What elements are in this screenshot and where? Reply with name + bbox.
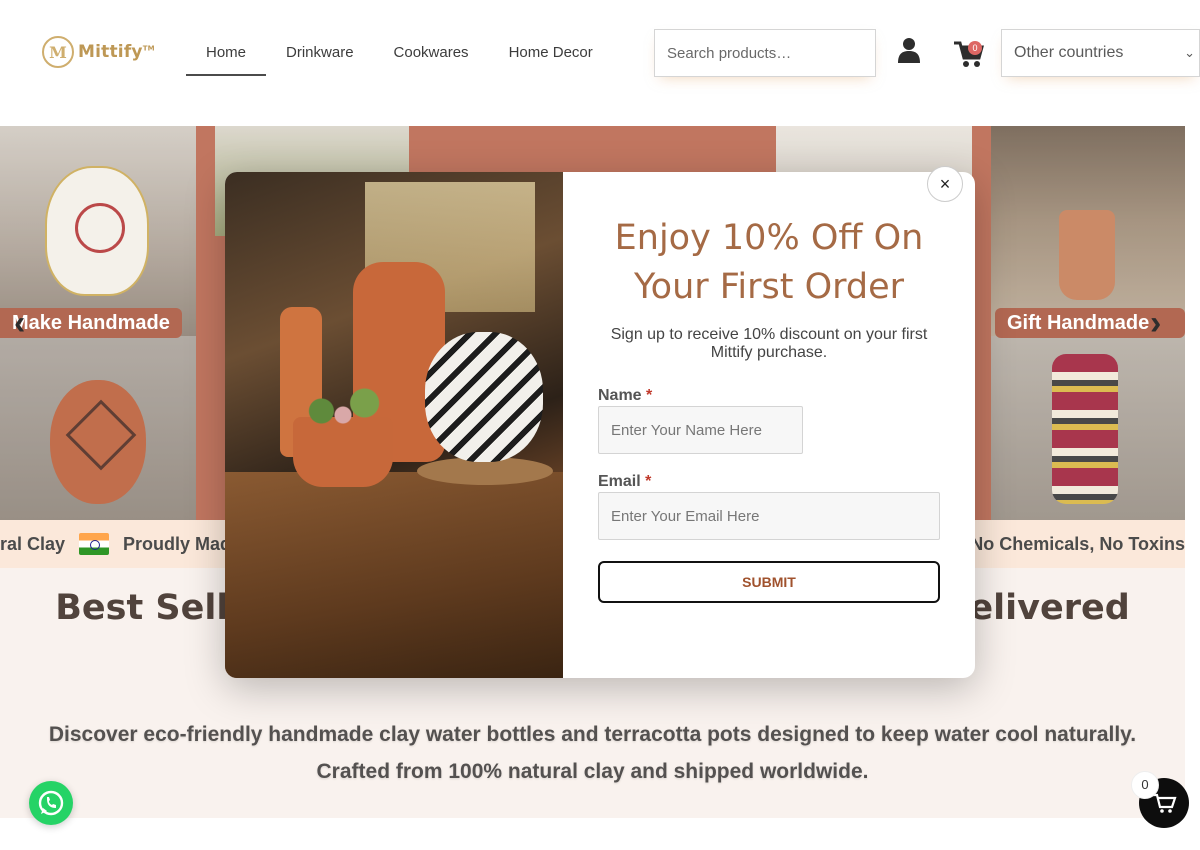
painted-dispenser [425, 332, 543, 462]
name-label: Name * [598, 387, 652, 405]
popup-subtitle-line: Mittify purchase. [710, 344, 828, 361]
required-mark: * [646, 387, 653, 404]
clay-planter [293, 417, 393, 487]
email-field[interactable] [598, 492, 940, 540]
popup-title-line: Enjoy 10% Off On [614, 218, 924, 258]
name-label-text: Name [598, 387, 642, 404]
required-mark: * [645, 473, 652, 490]
popup-subtitle: Sign up to receive 10% discount on your … [593, 326, 945, 362]
email-label: Email * [598, 473, 651, 491]
page: M MittifyTM Home Drinkware Cookwares Hom… [0, 0, 1200, 850]
plant-leaves [289, 387, 397, 427]
popup-title-line: Your First Order [633, 267, 905, 307]
email-label-text: Email [598, 473, 641, 490]
whatsapp-icon [38, 790, 64, 816]
whatsapp-button[interactable] [29, 781, 73, 825]
submit-button[interactable]: SUBMIT [598, 561, 940, 603]
popup-subtitle-line: Sign up to receive 10% discount on your … [610, 326, 928, 343]
wooden-table [225, 472, 563, 678]
popup-title: Enjoy 10% Off On Your First Order [593, 214, 945, 312]
floating-cart-count: 0 [1131, 771, 1159, 799]
name-field[interactable] [598, 406, 803, 454]
discount-popup: Enjoy 10% Off On Your First Order Sign u… [225, 172, 975, 678]
popup-product-image [225, 172, 563, 678]
close-icon[interactable]: × [927, 166, 963, 202]
popup-form-panel: Enjoy 10% Off On Your First Order Sign u… [563, 172, 975, 678]
